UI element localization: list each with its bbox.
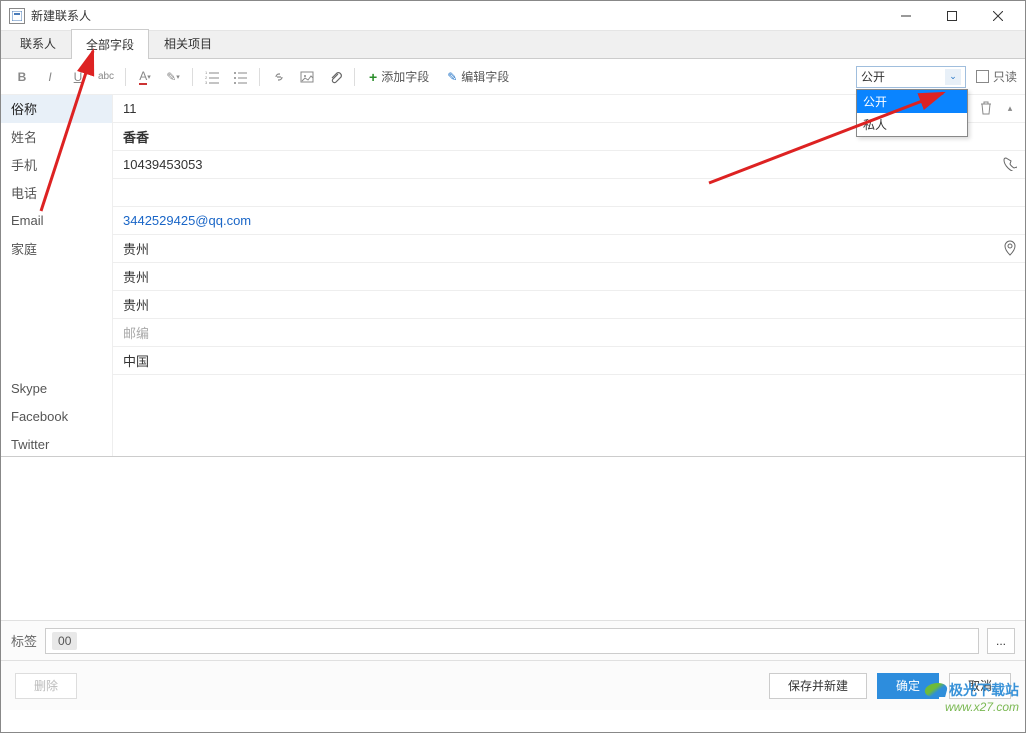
tab-contact[interactable]: 联系人 <box>5 28 71 58</box>
window-title: 新建联系人 <box>31 7 883 24</box>
fields-content: 俗称 姓名 手机 电话 Email 家庭 Skype Facebook Twit… <box>1 95 1025 457</box>
readonly-checkbox[interactable]: 只读 <box>976 68 1017 85</box>
label-mobile[interactable]: 手机 <box>1 151 112 179</box>
cancel-button[interactable]: 取消 <box>949 673 1011 699</box>
toolbar: B I U abc A ▾ ✎ ▾ 123 +添加字段 ✎ 编辑字段 公开 ⌄ 公… <box>1 59 1025 95</box>
value-facebook[interactable] <box>113 403 1025 431</box>
tabbar: 联系人 全部字段 相关项目 <box>1 31 1025 59</box>
privacy-selected-label: 公开 <box>861 68 885 85</box>
font-color-button[interactable]: A ▾ <box>132 64 158 90</box>
field-values-column: 11 ↑ ↓ ▴ 香香 10439453053 3442529425@qq.co… <box>113 95 1025 456</box>
email-text: 3442529425@qq.com <box>123 213 251 228</box>
privacy-dropdown: 公开 私人 <box>856 89 968 137</box>
italic-button[interactable]: I <box>37 64 63 90</box>
privacy-select[interactable]: 公开 ⌄ 公开 私人 <box>856 66 966 88</box>
separator <box>192 68 193 86</box>
maximize-button[interactable] <box>929 1 975 31</box>
separator <box>125 68 126 86</box>
tags-label: 标签 <box>11 631 37 650</box>
minimize-button[interactable] <box>883 1 929 31</box>
tags-input[interactable]: 00 <box>45 628 979 654</box>
value-skype[interactable] <box>113 375 1025 403</box>
privacy-option-private[interactable]: 私人 <box>857 113 967 136</box>
bullet-list-button[interactable] <box>227 64 253 90</box>
close-button[interactable] <box>975 1 1021 31</box>
tag-chip[interactable]: 00 <box>52 632 77 650</box>
label-phone[interactable]: 电话 <box>1 179 112 207</box>
tab-related[interactable]: 相关项目 <box>149 28 227 58</box>
postal-placeholder: 邮编 <box>123 323 149 342</box>
edit-field-button[interactable]: ✎ 编辑字段 <box>439 64 517 90</box>
field-labels-column: 俗称 姓名 手机 电话 Email 家庭 Skype Facebook Twit… <box>1 95 113 456</box>
expand-icon[interactable]: ▴ <box>1001 99 1019 117</box>
value-home-country[interactable]: 中国 <box>113 347 1025 375</box>
mobile-text: 10439453053 <box>123 157 203 172</box>
label-home-spacer4 <box>1 319 112 347</box>
name-text: 香香 <box>123 127 149 146</box>
separator <box>354 68 355 86</box>
svg-text:3: 3 <box>205 80 208 84</box>
readonly-label: 只读 <box>993 68 1017 85</box>
label-home-spacer2 <box>1 263 112 291</box>
value-twitter[interactable] <box>113 431 1025 457</box>
image-button[interactable] <box>294 64 320 90</box>
pencil-icon: ✎ <box>447 70 457 84</box>
label-home[interactable]: 家庭 <box>1 235 112 263</box>
label-home-spacer5 <box>1 347 112 375</box>
strikethrough-button[interactable]: abc <box>93 64 119 90</box>
highlight-button[interactable]: ✎ ▾ <box>160 64 186 90</box>
label-nickname[interactable]: 俗称 <box>1 95 112 123</box>
app-icon <box>9 8 25 24</box>
value-home-postal[interactable]: 邮编 <box>113 319 1025 347</box>
chevron-down-icon: ⌄ <box>945 69 961 85</box>
addr2-text: 贵州 <box>123 267 149 286</box>
delete-row-icon[interactable] <box>977 99 995 117</box>
label-twitter[interactable]: Twitter <box>1 431 112 457</box>
separator <box>259 68 260 86</box>
link-button[interactable] <box>266 64 292 90</box>
label-skype[interactable]: Skype <box>1 375 112 403</box>
edit-field-label: 编辑字段 <box>461 68 509 85</box>
value-mobile[interactable]: 10439453053 <box>113 151 1025 179</box>
add-field-label: 添加字段 <box>381 68 429 85</box>
addr3-text: 贵州 <box>123 295 149 314</box>
checkbox-icon <box>976 70 989 83</box>
delete-button[interactable]: 删除 <box>15 673 77 699</box>
footer: 删除 保存并新建 确定 取消 <box>1 660 1025 710</box>
label-email[interactable]: Email <box>1 207 112 235</box>
add-field-button[interactable]: +添加字段 <box>361 64 437 90</box>
save-and-new-button[interactable]: 保存并新建 <box>769 673 867 699</box>
location-icon[interactable] <box>1001 239 1019 257</box>
phone-icon[interactable] <box>1001 155 1019 173</box>
privacy-option-public[interactable]: 公开 <box>857 90 967 113</box>
tags-bar: 标签 00 ... <box>1 620 1025 660</box>
addr1-text: 贵州 <box>123 239 149 258</box>
titlebar: 新建联系人 <box>1 1 1025 31</box>
numbered-list-button[interactable]: 123 <box>199 64 225 90</box>
value-email[interactable]: 3442529425@qq.com <box>113 207 1025 235</box>
country-text: 中国 <box>123 351 149 370</box>
tab-all-fields[interactable]: 全部字段 <box>71 29 149 59</box>
value-home-addr1[interactable]: 贵州 <box>113 235 1025 263</box>
notes-area[interactable] <box>1 457 1025 620</box>
value-home-addr2[interactable]: 贵州 <box>113 263 1025 291</box>
label-facebook[interactable]: Facebook <box>1 403 112 431</box>
value-home-addr3[interactable]: 贵州 <box>113 291 1025 319</box>
nickname-text: 11 <box>123 101 137 116</box>
ok-button[interactable]: 确定 <box>877 673 939 699</box>
value-phone[interactable] <box>113 179 1025 207</box>
underline-button[interactable]: U <box>65 64 91 90</box>
bold-button[interactable]: B <box>9 64 35 90</box>
plus-icon: + <box>369 69 377 85</box>
attachment-button[interactable] <box>322 64 348 90</box>
tags-more-button[interactable]: ... <box>987 628 1015 654</box>
label-name[interactable]: 姓名 <box>1 123 112 151</box>
label-home-spacer3 <box>1 291 112 319</box>
